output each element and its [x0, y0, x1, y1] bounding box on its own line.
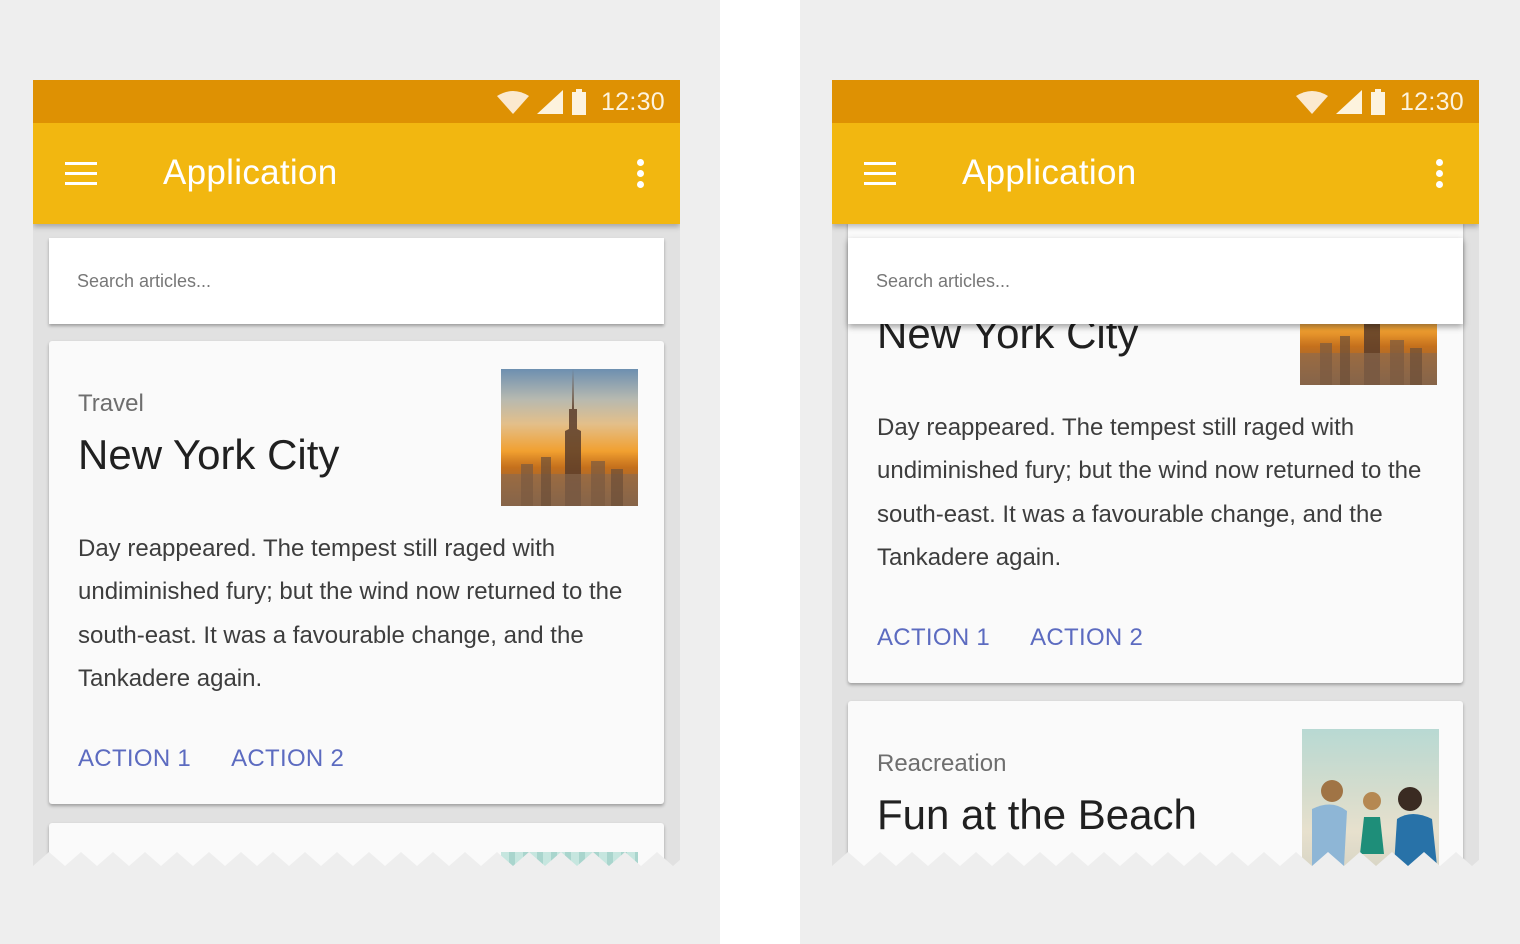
wifi-icon [1295, 91, 1328, 114]
torn-edge [832, 852, 1479, 868]
card-image [1302, 729, 1439, 866]
card-image [501, 369, 638, 506]
article-card: Reacreation Fun at the Beach [848, 701, 1463, 868]
action-2-button[interactable]: ACTION 2 [1030, 624, 1143, 652]
article-card: Travel New York City Day reappeared. The… [49, 341, 664, 804]
card-body: Day reappeared. The tempest still raged … [78, 535, 623, 692]
hamburger-menu-icon[interactable] [862, 161, 898, 187]
phone-screen-default: 12:30 Application Travel New York City [33, 80, 680, 868]
card-body: Day reappeared. The tempest still raged … [877, 414, 1422, 571]
left-panel: 12:30 Application Travel New York City [0, 0, 720, 944]
phone-screen-scrolled: 12:30 Application Travel New York City [832, 80, 1479, 868]
empire-state-building-image [501, 369, 638, 506]
cell-signal-icon [1335, 90, 1362, 114]
torn-edge [33, 852, 680, 868]
card-category: Travel [78, 390, 144, 417]
card-category: Reacreation [877, 750, 1007, 777]
battery-icon [571, 89, 586, 115]
app-title: Application [962, 153, 1137, 192]
more-vert-icon[interactable] [630, 157, 650, 191]
right-panel: 12:30 Application Travel New York City [800, 0, 1520, 944]
search-input[interactable] [848, 238, 1463, 324]
battery-icon [1370, 89, 1385, 115]
app-title: Application [163, 153, 338, 192]
cell-signal-icon [536, 90, 563, 114]
action-1-button[interactable]: ACTION 1 [877, 624, 990, 652]
status-bar: 12:30 [33, 80, 680, 123]
hamburger-menu-icon[interactable] [63, 161, 99, 187]
family-at-beach-image [1312, 780, 1437, 866]
app-bar: Application [33, 123, 680, 224]
card-title: Fun at the Beach [877, 791, 1197, 838]
more-vert-icon[interactable] [1429, 157, 1449, 191]
app-bar: Application [832, 123, 1479, 224]
status-bar: 12:30 [832, 80, 1479, 123]
clock: 12:30 [600, 87, 665, 116]
card-actions: ACTION 1 ACTION 2 [877, 624, 1143, 652]
card-actions: ACTION 1 ACTION 2 [78, 745, 344, 773]
action-1-button[interactable]: ACTION 1 [78, 745, 191, 773]
clock: 12:30 [1399, 87, 1464, 116]
search-input[interactable] [49, 238, 664, 324]
wifi-icon [496, 91, 529, 114]
card-title: New York City [78, 431, 340, 478]
action-2-button[interactable]: ACTION 2 [231, 745, 344, 773]
